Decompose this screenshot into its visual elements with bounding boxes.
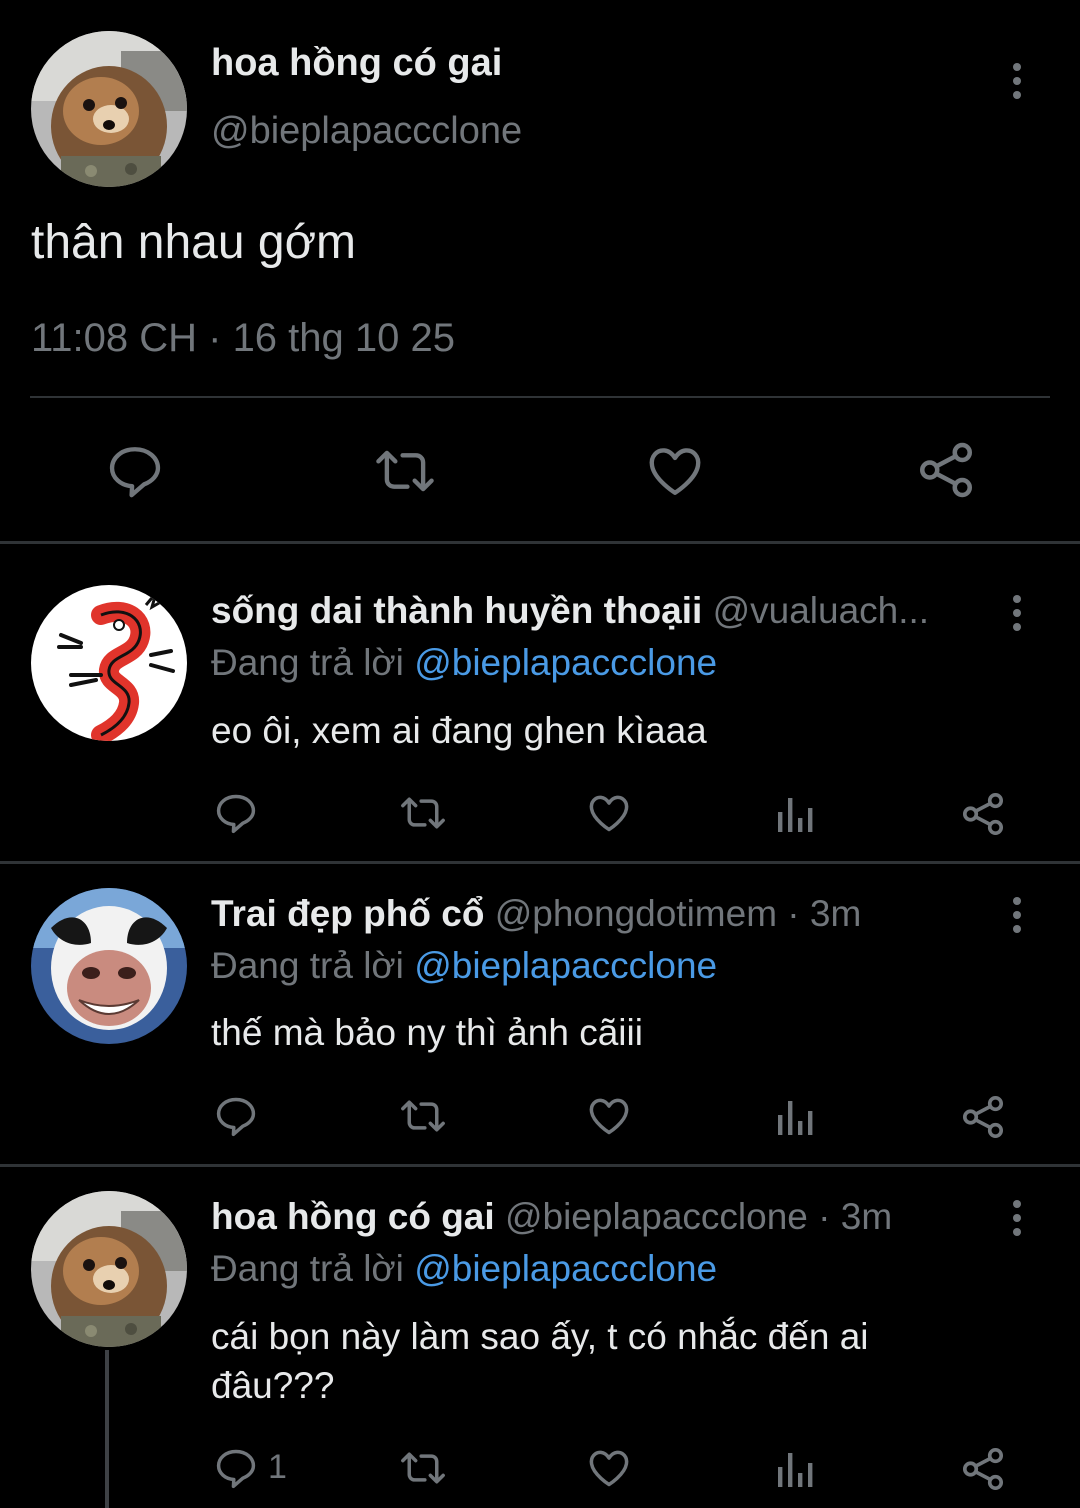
replying-to: Đang trả lời @bieplapaccclone <box>211 945 717 987</box>
share-icon[interactable] <box>916 440 976 500</box>
reply-icon[interactable] <box>106 442 164 500</box>
more-options-icon[interactable] <box>1010 63 1024 103</box>
mention-link[interactable]: @bieplapaccclone <box>414 642 717 683</box>
author-name[interactable]: hoa hồng có gai <box>211 42 502 85</box>
reply-text: thế mà bảo ny thì ảnh cãiii <box>211 1012 643 1053</box>
share-icon[interactable] <box>960 1094 1006 1140</box>
avatar[interactable] <box>31 1191 187 1347</box>
author-handle[interactable]: @bieplapaccclone <box>505 1196 808 1237</box>
more-options-icon[interactable] <box>1010 1200 1024 1240</box>
reply-icon[interactable] <box>214 1094 258 1138</box>
reply-count: 1 <box>268 1448 287 1486</box>
reply-header: sống dai thành huyền thoạii @vualuach... <box>211 590 981 632</box>
views-icon[interactable] <box>776 794 816 834</box>
thread-line <box>105 1350 109 1508</box>
mention-link[interactable]: @bieplapaccclone <box>414 1248 717 1289</box>
reply-icon[interactable] <box>214 1446 258 1490</box>
like-icon[interactable] <box>645 442 705 500</box>
replying-prefix: Đang trả lời <box>211 642 404 683</box>
section-separator <box>0 541 1080 544</box>
views-icon[interactable] <box>776 1097 816 1137</box>
like-icon[interactable] <box>586 791 632 835</box>
section-separator <box>0 1164 1080 1167</box>
like-icon[interactable] <box>586 1094 632 1138</box>
replying-to: Đang trả lời @bieplapaccclone <box>211 1248 717 1290</box>
avatar[interactable] <box>31 888 187 1044</box>
more-options-icon[interactable] <box>1010 897 1024 937</box>
reply-icon[interactable] <box>214 791 258 835</box>
replying-to: Đang trả lời @bieplapaccclone <box>211 642 717 684</box>
author-name[interactable]: sống dai thành huyền thoạii <box>211 590 702 631</box>
like-icon[interactable] <box>586 1446 632 1490</box>
mention-link[interactable]: @bieplapaccclone <box>414 945 717 986</box>
reply-text: cái bọn này làm sao ấy, t có nhắc đến ai… <box>211 1316 869 1406</box>
divider <box>30 396 1050 398</box>
views-icon[interactable] <box>776 1449 816 1489</box>
share-icon[interactable] <box>960 1446 1006 1492</box>
more-options-icon[interactable] <box>1010 595 1024 635</box>
share-icon[interactable] <box>960 791 1006 837</box>
reply-time: · 3m <box>777 893 862 934</box>
author-handle[interactable]: @phongdotimem <box>495 893 777 934</box>
reply-text: eo ôi, xem ai đang ghen kìaaa <box>211 710 707 751</box>
tweet-text: thân nhau gớm <box>31 216 357 269</box>
reply-header: Trai đẹp phố cổ @phongdotimem · 3m <box>211 893 981 935</box>
reply-header: hoa hồng có gai @bieplapaccclone · 3m <box>211 1196 981 1238</box>
retweet-icon[interactable] <box>398 791 448 835</box>
reply-time: · 3m <box>807 1196 893 1237</box>
replying-prefix: Đang trả lời <box>211 945 404 986</box>
retweet-icon[interactable] <box>398 1094 448 1138</box>
avatar[interactable] <box>31 585 187 741</box>
tweet-timestamp: 11:08 CH · 16 thg 10 25 <box>31 316 455 360</box>
replying-prefix: Đang trả lời <box>211 1248 404 1289</box>
section-separator <box>0 861 1080 864</box>
retweet-icon[interactable] <box>398 1446 448 1490</box>
retweet-icon[interactable] <box>372 442 438 500</box>
author-handle[interactable]: @bieplapaccclone <box>211 110 522 153</box>
avatar[interactable] <box>31 31 187 187</box>
author-name[interactable]: hoa hồng có gai <box>211 1196 495 1237</box>
author-handle[interactable]: @vualuach... <box>713 590 930 631</box>
author-name[interactable]: Trai đẹp phố cổ <box>211 893 484 934</box>
